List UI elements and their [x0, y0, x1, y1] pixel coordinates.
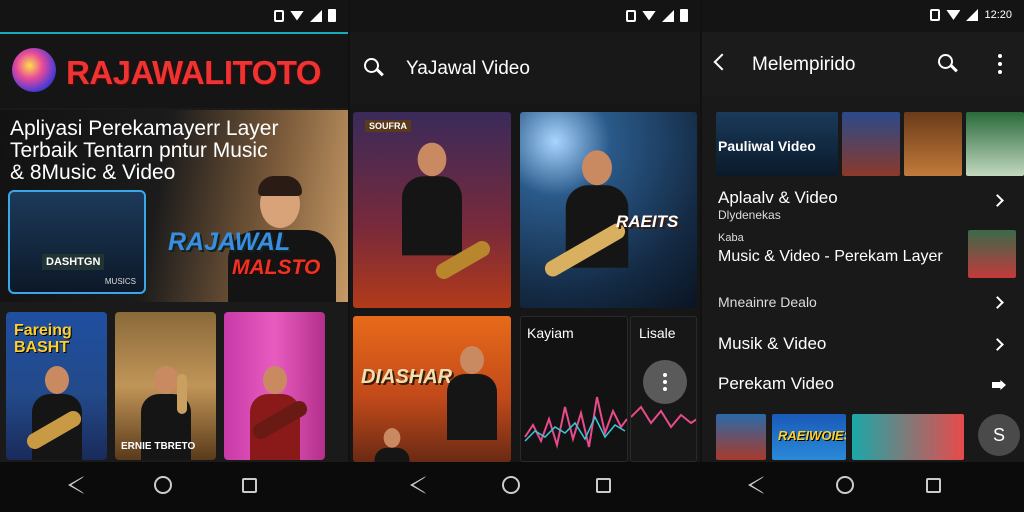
- thumbnail-strip: Pauliwal Video: [716, 112, 1024, 176]
- home-screen-panel: RAJAWALITOTO Apliyasi Perekamayerr Layer…: [0, 0, 348, 462]
- list-item[interactable]: Mneainre Dealo: [716, 282, 1024, 322]
- page-title: Melempirido: [752, 54, 856, 75]
- video-thumb[interactable]: [716, 414, 766, 460]
- video-tile[interactable]: DIASHAR: [353, 316, 511, 462]
- signal-icon: [966, 9, 979, 21]
- nav-back-icon[interactable]: [410, 476, 426, 494]
- nav-back-icon[interactable]: [748, 476, 764, 494]
- nav-recents-icon[interactable]: [242, 477, 257, 493]
- wifi-icon: [946, 10, 961, 20]
- featured-video-thumb[interactable]: Pauliwal Video: [716, 112, 838, 176]
- brand-title: RAJAWALITOTO: [66, 54, 321, 91]
- status-bar: 12:20: [702, 0, 1024, 32]
- chevron-right-icon: [991, 338, 1004, 351]
- nav-home-icon[interactable]: [502, 476, 520, 494]
- featured-card[interactable]: [224, 312, 325, 460]
- status-bar: [0, 0, 348, 32]
- featured-card[interactable]: ERNIE TBRETO: [115, 312, 216, 460]
- waveform-graphic: [524, 396, 627, 449]
- video-thumb[interactable]: RAEIWOIES: [772, 414, 846, 460]
- list-item-subtitle: Dlydenekas: [718, 208, 781, 222]
- floating-action-button[interactable]: S: [978, 414, 1020, 456]
- app-header: YaJawal Video: [350, 32, 700, 104]
- more-options-button[interactable]: [643, 360, 687, 404]
- notification-icon: [274, 9, 284, 22]
- video-thumb[interactable]: [966, 112, 1024, 176]
- hero-logo-text-2: MALSTO: [232, 256, 321, 279]
- signal-icon: [662, 9, 674, 22]
- app-header: Melempirido: [702, 32, 1024, 96]
- tile-label: Kayiam: [527, 325, 574, 341]
- video-thumb[interactable]: [904, 112, 962, 176]
- artist-figure: [372, 428, 413, 462]
- signal-icon: [310, 9, 322, 22]
- list-item[interactable]: Perekam Video: [716, 362, 1024, 402]
- list-item[interactable]: Kaba Music & Video - Perekam Layer: [716, 224, 1024, 282]
- tile-caption: RAEITS: [616, 212, 679, 231]
- list-item-thumb: [968, 230, 1016, 278]
- hero-title-line-1: Apliyasi Perekamayerr Layer: [10, 117, 279, 140]
- video-grid: SOUFRA RAEITS DIASHAR Kayiam Lisale: [353, 112, 697, 462]
- chevron-right-icon: [991, 296, 1004, 309]
- list-item[interactable]: Musik & Video: [716, 322, 1024, 362]
- hero-title-line-2: Terbaik Tentarn pntur Music: [10, 139, 268, 162]
- nav-back-icon[interactable]: [68, 476, 84, 494]
- hero-thumb-label: DASHTGN: [42, 254, 105, 270]
- hero-thumb-tag: MUSICS: [104, 277, 136, 286]
- list-item-title: Musik & Video: [718, 334, 827, 353]
- search-icon[interactable]: [938, 54, 958, 74]
- hero-banner[interactable]: Apliyasi Perekamayerr Layer Terbaik Tent…: [0, 110, 348, 302]
- search-icon[interactable]: [364, 58, 384, 78]
- list-item-title: Music & Video - Perekam Layer: [718, 248, 943, 265]
- nav-recents-icon[interactable]: [596, 477, 611, 493]
- audio-visualizer-tile[interactable]: Kayiam: [520, 316, 628, 462]
- system-navigation-bar: [0, 462, 1024, 512]
- tile-label: Lisale: [639, 325, 676, 341]
- wifi-icon: [290, 10, 304, 21]
- wifi-icon: [642, 10, 656, 21]
- nav-home-icon[interactable]: [154, 476, 172, 494]
- menu-list-panel: 12:20 Melempirido Pauliwal Video Aplaalv…: [702, 0, 1024, 462]
- status-bar: [350, 0, 700, 32]
- nav-home-icon[interactable]: [836, 476, 854, 494]
- thumb-label: Pauliwal Video: [718, 138, 816, 154]
- list-item-title: Mneainre Dealo: [718, 294, 817, 310]
- video-tile[interactable]: SOUFRA: [353, 112, 511, 308]
- hero-logo-text: RAJAWAL: [168, 228, 291, 256]
- clock: 12:20: [984, 9, 1012, 21]
- thumb-label: RAEIWOIES: [778, 428, 846, 443]
- app-logo-icon: [12, 48, 56, 92]
- nav-recents-icon[interactable]: [926, 477, 941, 493]
- page-title: YaJawal Video: [406, 58, 530, 79]
- chevron-right-icon: [991, 194, 1004, 207]
- card-badge: ERNIE TBRETO: [121, 441, 196, 452]
- artist-figure: [443, 346, 501, 440]
- notification-icon: [930, 9, 941, 21]
- list-item-title: Perekam Video: [718, 374, 834, 393]
- microphone-image: [177, 374, 187, 414]
- battery-icon: [680, 9, 688, 22]
- list-item-title: Aplaalv & Video: [718, 188, 838, 207]
- artist-figure: [397, 142, 467, 256]
- hero-thumbnail[interactable]: DASHTGN MUSICS: [8, 190, 146, 294]
- video-tile[interactable]: RAEITS: [520, 112, 697, 308]
- featured-card[interactable]: Fareing BASHT: [6, 312, 107, 460]
- card-title: Fareing BASHT: [14, 322, 72, 356]
- app-header: RAJAWALITOTO: [0, 32, 348, 108]
- battery-icon: [328, 9, 336, 22]
- video-thumb[interactable]: [852, 414, 964, 460]
- video-thumb[interactable]: [842, 112, 900, 176]
- back-arrow-icon[interactable]: [713, 53, 731, 71]
- tile-caption: DIASHAR: [361, 366, 453, 388]
- arrow-right-icon: [992, 380, 1006, 390]
- video-browse-panel: YaJawal Video SOUFRA RAEITS DIASHAR Kayi…: [350, 0, 700, 462]
- notification-icon: [626, 9, 636, 22]
- overflow-menu-icon[interactable]: [998, 54, 1002, 74]
- list-item[interactable]: Aplaalv & Video Dlydenekas: [716, 180, 1024, 224]
- menu-list: Aplaalv & Video Dlydenekas Kaba Music & …: [716, 180, 1024, 402]
- tile-caption: SOUFRA: [365, 120, 411, 132]
- list-item-overline: Kaba: [718, 232, 744, 244]
- featured-cards-row: Fareing BASHT ERNIE TBRETO: [6, 312, 325, 460]
- bottom-thumbnail-strip: RAEIWOIES: [716, 414, 964, 460]
